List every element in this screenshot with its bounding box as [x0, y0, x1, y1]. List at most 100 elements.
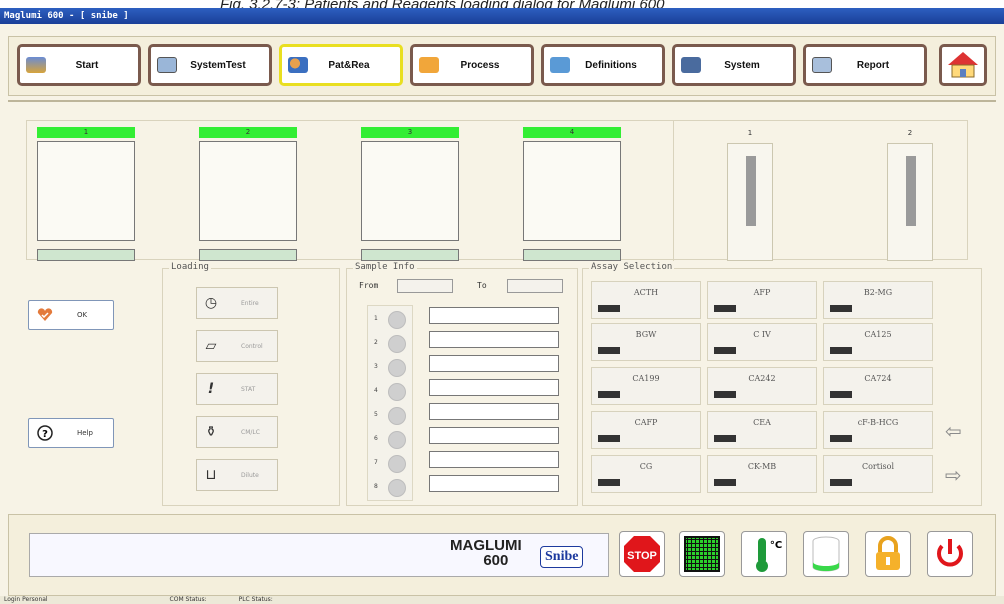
- sample-id-field[interactable]: [429, 451, 559, 468]
- tube-icon: [388, 359, 406, 377]
- sample-rack-2[interactable]: 2: [199, 127, 297, 261]
- lock-button[interactable]: [865, 531, 911, 577]
- sample-slot[interactable]: 6: [368, 430, 414, 450]
- nav-system-button[interactable]: System: [672, 44, 796, 86]
- sample-slot[interactable]: 3: [368, 358, 414, 378]
- assay-indicator: [830, 435, 852, 442]
- load-cmlc-button[interactable]: ⚱ CM/LC: [196, 416, 278, 448]
- tube-icon: [388, 455, 406, 473]
- sample-slot[interactable]: 1: [368, 310, 414, 330]
- calculator-icon: [157, 57, 177, 73]
- assay-name: B2-MG: [863, 288, 893, 297]
- assay-button[interactable]: CA125: [823, 323, 933, 361]
- assay-button[interactable]: BGW: [591, 323, 701, 361]
- svg-text:STOP: STOP: [627, 550, 657, 562]
- power-button[interactable]: [927, 531, 973, 577]
- tubes-icon: ⚱: [205, 424, 217, 440]
- from-label: From: [359, 281, 379, 290]
- message-box: MAGLUMI 600 Snibe: [29, 533, 609, 577]
- assay-button[interactable]: B2-MG: [823, 281, 933, 319]
- plate-view-button[interactable]: [679, 531, 725, 577]
- svg-text:?: ?: [42, 429, 48, 440]
- svg-text:°C: °C: [770, 540, 782, 551]
- assay-button[interactable]: Cortisol: [823, 455, 933, 493]
- sample-rack-4[interactable]: 4: [523, 127, 621, 261]
- assay-button[interactable]: CK-MB: [707, 455, 817, 493]
- power-icon: [937, 539, 963, 567]
- sample-id-field[interactable]: [429, 331, 559, 348]
- load-cmlc-label: CM/LC: [241, 428, 260, 436]
- sample-slot[interactable]: 8: [368, 478, 414, 498]
- nav-report-button[interactable]: Report: [803, 44, 927, 86]
- nav-process-button[interactable]: Process: [410, 44, 534, 86]
- assay-name: BGW: [635, 330, 657, 339]
- rack-footer: [37, 249, 135, 261]
- tube-icon: [388, 383, 406, 401]
- beaker-icon: ⊔: [205, 467, 217, 483]
- sample-id-field[interactable]: [429, 475, 559, 492]
- nav-systemtest-button[interactable]: SystemTest: [148, 44, 272, 86]
- sample-id-field[interactable]: [429, 379, 559, 396]
- assay-button[interactable]: CAFP: [591, 411, 701, 449]
- report-icon: [812, 57, 832, 73]
- reagent-rack-1[interactable]: 1: [727, 129, 773, 261]
- temperature-button[interactable]: °C: [741, 531, 787, 577]
- to-input[interactable]: [507, 279, 563, 293]
- load-stat-button[interactable]: ! STAT: [196, 373, 278, 405]
- ok-button[interactable]: OK: [28, 300, 114, 330]
- tube-icon: [388, 479, 406, 497]
- sample-id-field[interactable]: [429, 307, 559, 324]
- assay-button[interactable]: CEA: [707, 411, 817, 449]
- help-label: Help: [77, 429, 93, 437]
- nav-definitions-button[interactable]: Definitions: [541, 44, 665, 86]
- assay-name: C IV: [753, 330, 771, 339]
- assay-name: CA125: [864, 330, 892, 339]
- sample-slot[interactable]: 2: [368, 334, 414, 354]
- assay-name: CAFP: [634, 418, 658, 427]
- help-button[interactable]: ? Help: [28, 418, 114, 448]
- load-control-label: Control: [241, 342, 263, 350]
- rack-number: 4: [523, 127, 621, 138]
- sample-id-field[interactable]: [429, 355, 559, 372]
- window-title: Maglumi 600 - [ snibe ]: [0, 8, 1004, 24]
- load-dilute-button[interactable]: ⊔ Dilute: [196, 459, 278, 491]
- sample-slot[interactable]: 4: [368, 382, 414, 402]
- assay-button[interactable]: CA242: [707, 367, 817, 405]
- slot-number: 7: [374, 459, 378, 466]
- arrow-right-icon[interactable]: ⇨: [945, 465, 973, 485]
- sample-rack-3[interactable]: 3: [361, 127, 459, 261]
- assay-indicator: [598, 305, 620, 312]
- assay-indicator: [714, 435, 736, 442]
- sample-id-field[interactable]: [429, 403, 559, 420]
- arrow-left-icon[interactable]: ⇦: [945, 421, 973, 441]
- control-icon: ▱: [205, 338, 217, 354]
- assay-button[interactable]: ACTH: [591, 281, 701, 319]
- com-status: COM Status:: [169, 596, 207, 603]
- rack-footer: [523, 249, 621, 261]
- sample-rack-1[interactable]: 1: [37, 127, 135, 261]
- stop-button[interactable]: STOP: [619, 531, 665, 577]
- rack-body: [37, 141, 135, 241]
- assay-button[interactable]: C IV: [707, 323, 817, 361]
- assay-button[interactable]: cF-B-HCG: [823, 411, 933, 449]
- reagent-rack-2[interactable]: 2: [887, 129, 933, 261]
- nav-report-label: Report: [856, 59, 890, 71]
- assay-button[interactable]: CA724: [823, 367, 933, 405]
- sample-slot[interactable]: 5: [368, 406, 414, 426]
- substrate-button[interactable]: [803, 531, 849, 577]
- system-icon: [681, 57, 701, 73]
- home-button[interactable]: [939, 44, 987, 86]
- nav-start-button[interactable]: Start: [17, 44, 141, 86]
- nav-patrea-button[interactable]: Pat&Rea: [279, 44, 403, 86]
- load-entire-button[interactable]: ◷ Entire: [196, 287, 278, 319]
- sample-id-field[interactable]: [429, 427, 559, 444]
- sample-slot[interactable]: 7: [368, 454, 414, 474]
- from-input[interactable]: [397, 279, 453, 293]
- assay-indicator: [830, 305, 852, 312]
- load-control-button[interactable]: ▱ Control: [196, 330, 278, 362]
- assay-button[interactable]: CA199: [591, 367, 701, 405]
- nav-definitions-label: Definitions: [585, 59, 637, 71]
- assay-button[interactable]: AFP: [707, 281, 817, 319]
- assay-button[interactable]: CG: [591, 455, 701, 493]
- start-icon: [26, 57, 46, 73]
